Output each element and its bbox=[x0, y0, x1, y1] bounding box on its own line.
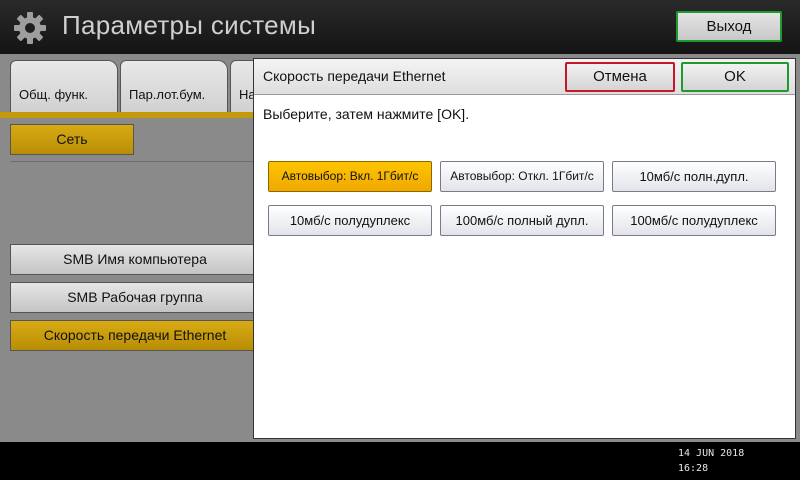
option-100mbps-half-duplex[interactable]: 100мб/с полудуплекс bbox=[612, 205, 776, 236]
option-10mbps-full-duplex[interactable]: 10мб/с полн.дупл. bbox=[612, 161, 776, 192]
tab-tray-paper[interactable]: Пар.лот.бум. bbox=[120, 60, 228, 116]
cancel-button[interactable]: Отмена bbox=[565, 62, 675, 92]
smb-computer-name-button[interactable]: SMB Имя компьютера bbox=[10, 244, 260, 275]
tab-underline bbox=[0, 112, 260, 118]
divider bbox=[10, 161, 254, 162]
status-date: 14 JUN 2018 bbox=[678, 448, 745, 459]
ok-button[interactable]: OK bbox=[681, 62, 789, 92]
ethernet-speed-dialog: Скорость передачи Ethernet Отмена OK Выб… bbox=[253, 58, 796, 439]
status-bar: 14 JUN 2018 16:28 bbox=[0, 442, 800, 480]
dialog-title: Скорость передачи Ethernet bbox=[263, 68, 446, 84]
page-title: Параметры системы bbox=[62, 10, 317, 40]
dialog-header: Скорость передачи Ethernet Отмена OK bbox=[254, 59, 795, 95]
smb-workgroup-button[interactable]: SMB Рабочая группа bbox=[10, 282, 260, 313]
tab-strip: Общ. функ. Пар.лот.бум. На bbox=[0, 54, 270, 118]
option-auto-on-1gbps[interactable]: Автовыбор: Вкл. 1Гбит/с bbox=[268, 161, 432, 192]
network-button[interactable]: Сеть bbox=[10, 124, 134, 155]
ethernet-speed-button[interactable]: Скорость передачи Ethernet bbox=[10, 320, 260, 351]
option-10mbps-half-duplex[interactable]: 10мб/с полудуплекс bbox=[268, 205, 432, 236]
status-time: 16:28 bbox=[678, 463, 709, 474]
gear-icon bbox=[14, 12, 46, 44]
title-bar: Параметры системы Выход bbox=[0, 0, 800, 54]
dialog-instruction: Выберите, затем нажмите [OK]. bbox=[263, 106, 470, 122]
tab-common-functions[interactable]: Общ. функ. bbox=[10, 60, 118, 116]
option-auto-off-1gbps[interactable]: Автовыбор: Откл. 1Гбит/с bbox=[440, 161, 604, 192]
exit-button[interactable]: Выход bbox=[676, 11, 782, 42]
option-100mbps-full-duplex[interactable]: 100мб/с полный дупл. bbox=[440, 205, 604, 236]
